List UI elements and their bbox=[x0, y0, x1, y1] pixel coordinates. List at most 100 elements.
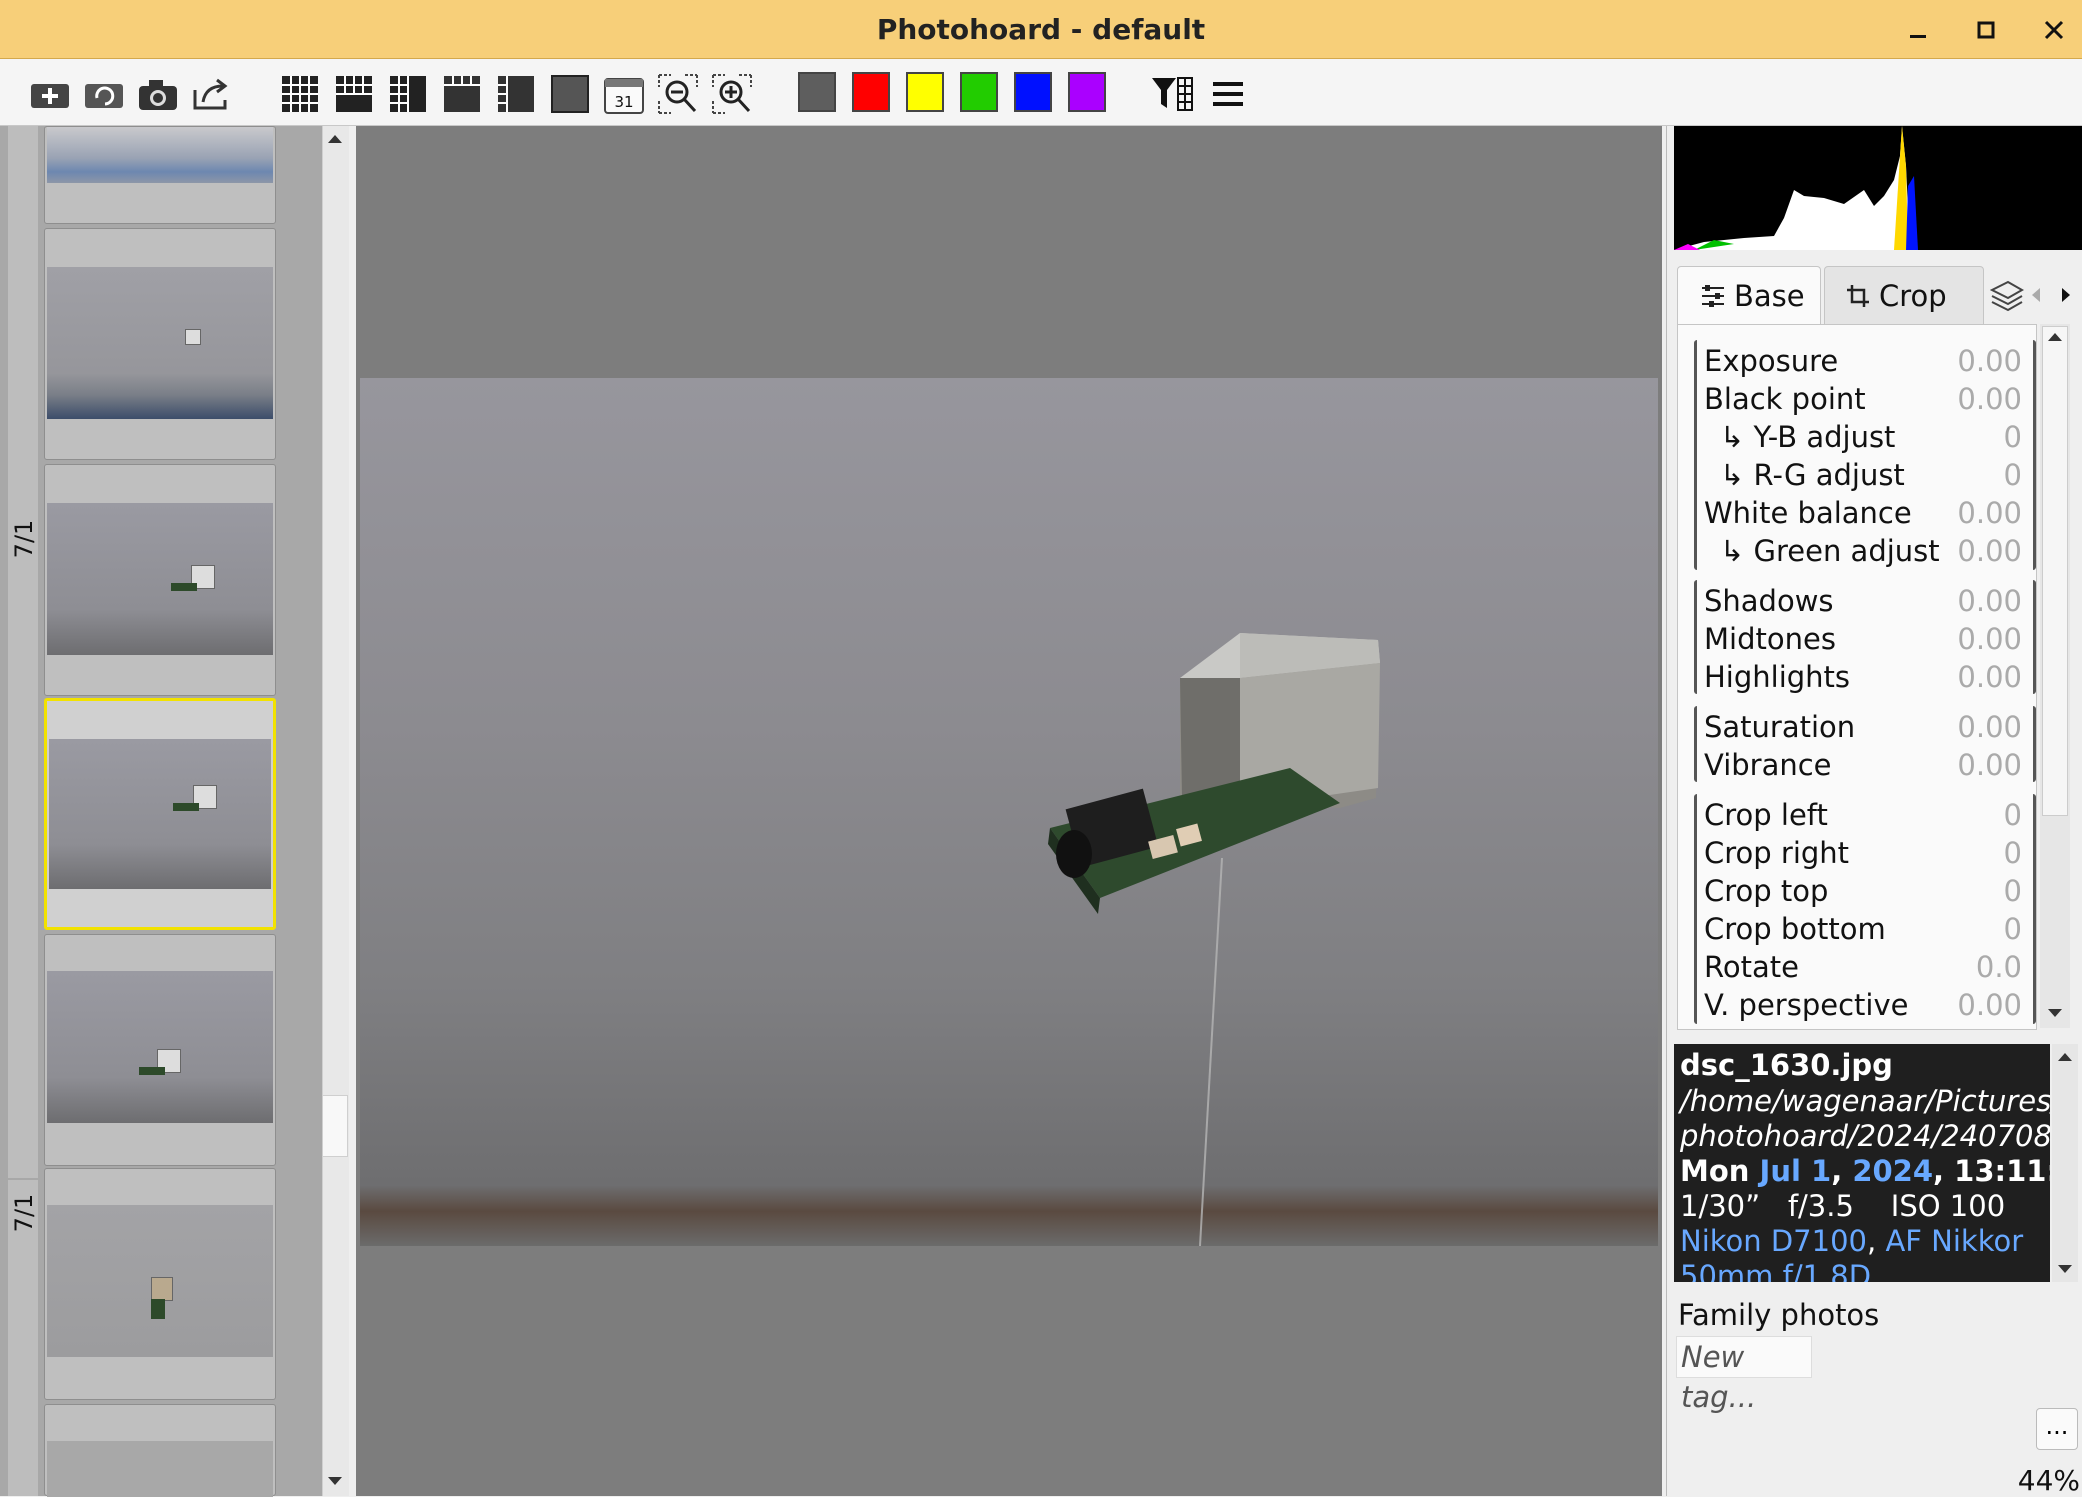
calendar-button[interactable]: 31 bbox=[602, 73, 646, 115]
photo-info: dsc_1630.jpg /home/wagenaar/Pictures/ ph… bbox=[1674, 1044, 2050, 1282]
info-camera-link[interactable]: Nikon D7100 bbox=[1680, 1224, 1867, 1258]
slider-green-adjust[interactable]: ↳ Green adjust 0.00 bbox=[1704, 532, 2030, 570]
thumbnail-subject bbox=[185, 329, 201, 345]
zoom-level: 44% bbox=[2017, 1464, 2080, 1497]
color-label-purple[interactable] bbox=[1068, 72, 1106, 112]
single-view-icon bbox=[551, 75, 589, 113]
date-group-strip bbox=[8, 126, 38, 1178]
histogram bbox=[1674, 126, 2082, 250]
scroll-down-arrow-icon[interactable] bbox=[2046, 1004, 2064, 1022]
thumbnail[interactable] bbox=[44, 1168, 276, 1400]
info-camera-lens: Nikon D7100, AF Nikkor bbox=[1680, 1224, 2024, 1258]
slider-crop-bottom[interactable]: Crop bottom 0 bbox=[1704, 910, 2030, 948]
filter-button[interactable] bbox=[1150, 73, 1194, 115]
minimize-button[interactable] bbox=[1896, 8, 1940, 52]
strip-left-button[interactable] bbox=[494, 73, 538, 115]
slider-v-perspective[interactable]: V. perspective 0.00 bbox=[1704, 986, 2030, 1024]
thumbnail-image bbox=[47, 267, 273, 419]
info-time: 13:11:17 bbox=[1954, 1154, 2050, 1188]
tab-base[interactable]: Base bbox=[1677, 266, 1821, 324]
info-lens-line2[interactable]: 50mm f/1.8D bbox=[1680, 1259, 1871, 1282]
slider-highlights[interactable]: Highlights 0.00 bbox=[1704, 658, 2030, 696]
grid-view-button[interactable] bbox=[278, 73, 322, 115]
close-button[interactable] bbox=[2032, 8, 2076, 52]
layers-icon[interactable] bbox=[1989, 278, 2025, 312]
tab-scroll-left-icon[interactable] bbox=[2028, 284, 2044, 306]
color-label-gray[interactable] bbox=[798, 72, 836, 112]
slider-saturation[interactable]: Saturation 0.00 bbox=[1704, 708, 2030, 746]
slider-vibrance[interactable]: Vibrance 0.00 bbox=[1704, 746, 2030, 784]
info-monthday-link[interactable]: Jul 1 bbox=[1760, 1154, 1832, 1188]
tab-crop[interactable]: Crop bbox=[1824, 266, 1984, 324]
info-year-link[interactable]: 2024 bbox=[1852, 1154, 1933, 1188]
color-label-green[interactable] bbox=[960, 72, 998, 112]
more-button[interactable]: ... bbox=[2036, 1408, 2078, 1450]
color-label-yellow[interactable] bbox=[906, 72, 944, 112]
date-group-label: 7/1 bbox=[10, 1193, 38, 1233]
scroll-up-arrow-icon[interactable] bbox=[326, 130, 344, 148]
scroll-up-arrow-icon[interactable] bbox=[2056, 1048, 2074, 1066]
scroll-down-arrow-icon[interactable] bbox=[2056, 1260, 2074, 1278]
thumbnail[interactable] bbox=[44, 228, 276, 460]
single-view-button[interactable] bbox=[548, 73, 592, 115]
thumbnail-image bbox=[47, 971, 273, 1123]
filmstrip-scrollbar[interactable] bbox=[322, 126, 349, 1496]
histogram-plot bbox=[1674, 126, 1918, 250]
rescan-button[interactable] bbox=[82, 73, 126, 115]
info-shutter: 1/30” bbox=[1680, 1189, 1761, 1223]
svg-text:31: 31 bbox=[614, 93, 633, 111]
slider-white-balance[interactable]: White balance 0.00 bbox=[1704, 494, 2030, 532]
thumbnail-image bbox=[49, 739, 271, 889]
strip-left-icon bbox=[498, 76, 534, 112]
thumbnail[interactable] bbox=[44, 1404, 276, 1497]
slider-exposure[interactable]: Exposure 0.00 bbox=[1704, 342, 2030, 380]
info-path-line1: /home/wagenaar/Pictures/ bbox=[1680, 1084, 2050, 1118]
thumbnail[interactable] bbox=[44, 126, 276, 224]
new-tag-input[interactable]: New tag... bbox=[1676, 1336, 1812, 1414]
export-icon bbox=[193, 78, 228, 110]
slider-black-point[interactable]: Black point 0.00 bbox=[1704, 380, 2030, 418]
grid-rows-button[interactable] bbox=[332, 73, 376, 115]
info-lens-link[interactable]: AF Nikkor bbox=[1885, 1224, 2023, 1258]
slider-yb-adjust[interactable]: ↳ Y-B adjust 0 bbox=[1704, 418, 2030, 456]
info-scrollbar[interactable] bbox=[2052, 1044, 2078, 1282]
strip-top-button[interactable] bbox=[440, 73, 484, 115]
camera-import-button[interactable] bbox=[136, 73, 180, 115]
maximize-button[interactable] bbox=[1964, 8, 2008, 52]
thumbnail[interactable] bbox=[44, 934, 276, 1166]
color-label-blue[interactable] bbox=[1014, 72, 1052, 112]
thumbnail[interactable] bbox=[44, 464, 276, 696]
menu-button[interactable] bbox=[1206, 73, 1250, 115]
import-icon bbox=[31, 84, 69, 108]
info-weekday: Mon bbox=[1680, 1154, 1750, 1188]
window-title: Photohoard - default bbox=[876, 13, 1206, 46]
sliders-scroll-thumb[interactable] bbox=[2042, 326, 2068, 816]
slider-crop-left[interactable]: Crop left 0 bbox=[1704, 796, 2030, 834]
zoom-in-button[interactable] bbox=[710, 73, 754, 115]
thumbnail-selected[interactable] bbox=[44, 698, 276, 930]
zoom-out-button[interactable] bbox=[656, 73, 700, 115]
slider-midtones[interactable]: Midtones 0.00 bbox=[1704, 620, 2030, 658]
scroll-down-arrow-icon[interactable] bbox=[326, 1472, 344, 1490]
slider-rotate[interactable]: Rotate 0.0 bbox=[1704, 948, 2030, 986]
thumbnail-image bbox=[47, 503, 273, 655]
tab-label: Base bbox=[1734, 278, 1805, 313]
grid-columns-button[interactable] bbox=[386, 73, 430, 115]
current-photo[interactable] bbox=[360, 378, 1658, 1247]
import-button[interactable] bbox=[28, 73, 72, 115]
filmstrip-scroll-thumb[interactable] bbox=[322, 1095, 348, 1157]
color-label-red[interactable] bbox=[852, 72, 890, 112]
tab-scroll-right-icon[interactable] bbox=[2058, 284, 2074, 306]
zoom-in-icon bbox=[712, 74, 752, 114]
info-path-line2: photohoard/2024/240708 bbox=[1680, 1119, 2050, 1153]
slider-crop-top[interactable]: Crop top 0 bbox=[1704, 872, 2030, 910]
slider-rg-adjust[interactable]: ↳ R-G adjust 0 bbox=[1704, 456, 2030, 494]
scroll-up-arrow-icon[interactable] bbox=[2046, 328, 2064, 346]
photo-content bbox=[1048, 633, 1380, 1247]
slider-shadows[interactable]: Shadows 0.00 bbox=[1704, 582, 2030, 620]
slider-crop-right[interactable]: Crop right 0 bbox=[1704, 834, 2030, 872]
thumbnail-image bbox=[47, 1205, 273, 1357]
tag-family-photos[interactable]: Family photos bbox=[1678, 1298, 1879, 1332]
info-iso: ISO 100 bbox=[1890, 1189, 2006, 1223]
export-button[interactable] bbox=[190, 73, 234, 115]
